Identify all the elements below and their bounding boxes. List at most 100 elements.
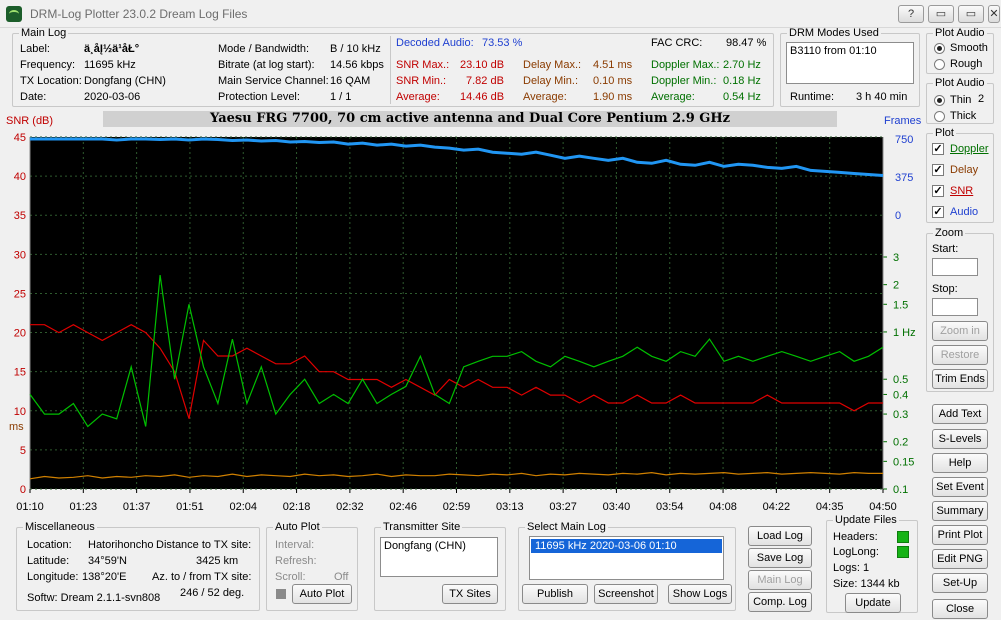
hz-tick-label: 0.1 [893, 484, 908, 496]
zoom-stop-input[interactable] [932, 298, 978, 316]
time-tick-label: 03:40 [603, 501, 631, 513]
distance-value: 3425 km [196, 555, 239, 567]
screenshot-button[interactable]: Screenshot [594, 584, 658, 604]
trim-ends-button[interactable]: Trim Ends [932, 369, 988, 389]
maximize-window-button[interactable]: ▭ [958, 5, 984, 23]
tx-site-entry[interactable]: Dongfang (CHN) [384, 540, 466, 552]
longitude-value: 138°20'E [82, 571, 127, 583]
longitude-key: Longitude: [27, 571, 79, 583]
set-up-button[interactable]: Set-Up [932, 573, 988, 593]
auto-plot-legend: Auto Plot [275, 521, 320, 533]
close-button[interactable]: Close [932, 599, 988, 619]
minimize-window-button[interactable]: ▭ [928, 5, 954, 23]
hz-tick-label: 0.3 [893, 409, 908, 421]
location-value: Hatorihoncho [88, 539, 154, 551]
set-event-button[interactable]: Set Event [932, 477, 988, 497]
tx-site-list[interactable]: Dongfang (CHN) [380, 537, 498, 577]
time-tick-label: 04:50 [869, 501, 897, 513]
snr-tick-label: 5 [20, 445, 26, 457]
time-tick-label: 04:35 [816, 501, 844, 513]
update-files-legend: Update Files [835, 514, 897, 526]
time-tick-label: 01:23 [70, 501, 98, 513]
thick-radio[interactable] [934, 111, 945, 122]
thin-label[interactable]: Thin [950, 94, 971, 106]
loglong-label: LogLong: [833, 546, 879, 558]
close-window-button[interactable]: ✕ [988, 5, 1000, 23]
software-version: Softw: Dream 2.1.1-svn808 [27, 592, 161, 604]
doppler-check-label[interactable]: Doppler [950, 143, 989, 155]
s-levels-button[interactable]: S-Levels [932, 429, 988, 449]
snr-checkbox[interactable]: ✓ [932, 185, 944, 197]
snr-axis-label: SNR (dB) [6, 115, 54, 127]
smooth-radio[interactable] [934, 43, 945, 54]
time-tick-label: 01:10 [16, 501, 44, 513]
logs-count: Logs: 1 [833, 562, 870, 574]
summary-button[interactable]: Summary [932, 501, 988, 521]
interval-label: Interval: [275, 539, 315, 551]
ms-axis-label: ms [9, 421, 24, 433]
chart-svg: 45 40 35 30 25 20 15 10 5 0 750 375 0 3 2 1.5 1 Hz 0.5 0.… [14, 132, 916, 513]
latitude-key: Latitude: [27, 555, 70, 567]
rough-label[interactable]: Rough [950, 58, 982, 70]
tx-sites-button[interactable]: TX Sites [442, 584, 498, 604]
print-plot-button[interactable]: Print Plot [932, 525, 988, 545]
help-button[interactable]: Help [932, 453, 988, 473]
smooth-label[interactable]: Smooth [950, 42, 988, 54]
publish-button[interactable]: Publish [522, 584, 588, 604]
delay-checkbox[interactable]: ✓ [932, 164, 944, 176]
plot-audio-legend-1: Plot Audio [935, 27, 985, 39]
time-tick-label: 02:32 [336, 501, 364, 513]
audio-checkbox[interactable]: ✓ [932, 206, 944, 218]
time-tick-label: 04:22 [763, 501, 791, 513]
frames-tick-label: 750 [895, 134, 913, 146]
thin-radio[interactable] [934, 95, 945, 106]
time-tick-label: 02:04 [229, 501, 257, 513]
snr-tick-label: 0 [20, 484, 26, 496]
hz-tick-label: 0.15 [893, 456, 914, 468]
auto-plot-button[interactable]: Auto Plot [292, 584, 352, 604]
snr-tick-label: 10 [14, 406, 26, 418]
frames-tick-label: 375 [895, 172, 913, 184]
time-tick-label: 01:51 [176, 501, 204, 513]
frames-axis-label: Frames [884, 115, 922, 127]
audio-check-label[interactable]: Audio [950, 206, 978, 218]
update-button[interactable]: Update [845, 593, 901, 613]
delay-check-label[interactable]: Delay [950, 164, 978, 176]
time-tick-label: 03:54 [656, 501, 684, 513]
main-log-list[interactable]: 11695 kHz 2020-03-06 01:10 [529, 536, 724, 580]
plot-legend: Plot [935, 127, 954, 139]
main-log-selected-entry[interactable]: 11695 kHz 2020-03-06 01:10 [531, 539, 722, 553]
time-tick-label: 01:37 [123, 501, 151, 513]
add-text-button[interactable]: Add Text [932, 404, 988, 424]
azimuth-key: Az. to / from TX site: [152, 571, 252, 583]
zoom-start-label: Start: [932, 243, 959, 255]
frames-tick-label: 0 [895, 210, 901, 222]
snr-check-label[interactable]: SNR [950, 185, 973, 197]
thick-label[interactable]: Thick [950, 110, 976, 122]
main-log-button[interactable]: Main Log [748, 570, 812, 590]
refresh-label: Refresh: [275, 555, 317, 567]
time-tick-label: 03:13 [496, 501, 524, 513]
doppler-checkbox[interactable]: ✓ [932, 143, 944, 155]
zoom-in-button[interactable]: Zoom in [932, 321, 988, 341]
plot-audio-legend-2: Plot Audio [935, 77, 985, 89]
azimuth-value: 246 / 52 deg. [180, 587, 245, 599]
show-logs-button[interactable]: Show Logs [668, 584, 732, 604]
edit-png-button[interactable]: Edit PNG [932, 549, 988, 569]
tx-site-legend: Transmitter Site [383, 521, 461, 533]
rough-radio[interactable] [934, 59, 945, 70]
snr-tick-label: 40 [14, 171, 26, 183]
time-tick-label: 02:18 [283, 501, 311, 513]
thickness-number: 2 [978, 93, 985, 105]
headers-label: Headers: [833, 531, 878, 543]
restore-button[interactable]: Restore [932, 345, 988, 365]
snr-tick-label: 20 [14, 328, 26, 340]
zoom-start-input[interactable] [932, 258, 978, 276]
comp-log-button[interactable]: Comp. Log [748, 592, 812, 612]
time-tick-label: 02:59 [443, 501, 471, 513]
load-log-button[interactable]: Load Log [748, 526, 812, 546]
snr-tick-label: 45 [14, 132, 26, 144]
save-log-button[interactable]: Save Log [748, 548, 812, 568]
latitude-value: 34°59'N [88, 555, 127, 567]
snr-tick-label: 15 [14, 367, 26, 379]
